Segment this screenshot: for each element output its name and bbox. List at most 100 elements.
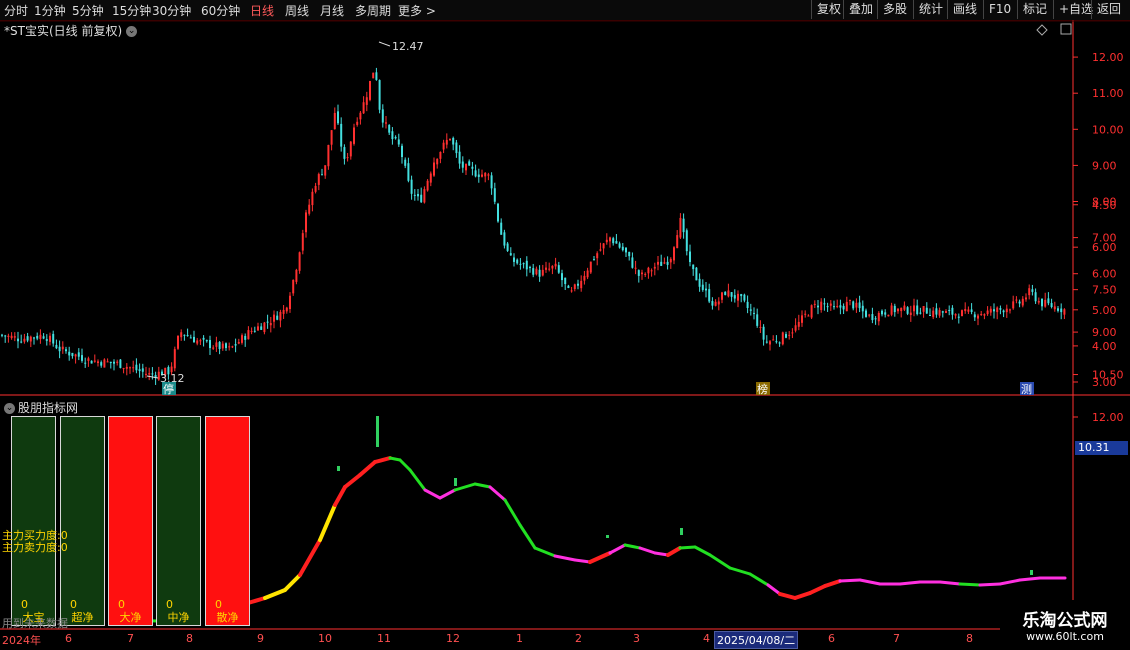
candle-body	[826, 306, 829, 308]
candle-body	[183, 334, 186, 336]
candle-body	[849, 299, 851, 301]
indicator-segment	[358, 460, 377, 477]
candle-body	[481, 174, 483, 177]
candle-body	[433, 162, 435, 176]
candle-body	[506, 243, 509, 251]
indicator-segment	[778, 592, 797, 600]
candle-body	[20, 341, 23, 343]
candle-body	[212, 347, 215, 349]
candle-body	[1015, 299, 1018, 301]
indicator-box-label: 大净	[119, 611, 142, 624]
candle-body	[1053, 306, 1056, 310]
candle-body	[26, 336, 29, 341]
candle-body	[644, 273, 647, 275]
candle-body	[541, 269, 544, 276]
candle-body	[817, 305, 819, 308]
candle-body	[897, 308, 899, 312]
candle-body	[913, 305, 915, 312]
candle-body	[381, 109, 384, 123]
candle-body	[36, 335, 39, 339]
candle-body	[189, 337, 192, 339]
candle-body	[116, 361, 119, 363]
indicator-segment	[838, 578, 862, 583]
candle-body	[113, 361, 115, 364]
candle-body	[17, 338, 19, 342]
candle-body	[61, 346, 64, 350]
y-tick-label: 5.00	[1092, 304, 1117, 317]
candle-body	[804, 313, 807, 315]
candle-body	[797, 321, 800, 327]
chevron-down-icon[interactable]: ⌄	[4, 403, 15, 414]
candle-body	[388, 124, 391, 133]
candle-body	[545, 267, 547, 270]
date-cursor-label: 2025/04/08/二	[714, 631, 799, 649]
candle-body	[900, 307, 903, 312]
candle-body	[714, 301, 717, 306]
candle-body	[551, 265, 554, 269]
candle-body	[289, 295, 291, 310]
indicator-segment	[793, 591, 812, 600]
candle-body	[916, 305, 919, 315]
candle-body	[593, 259, 595, 261]
candle-body	[503, 232, 506, 246]
indicator-segment	[766, 583, 782, 596]
date-label: 4	[703, 632, 710, 645]
candle-body	[628, 251, 631, 257]
candle-body	[29, 336, 32, 342]
candle-body	[605, 239, 608, 243]
candle-body	[989, 308, 992, 313]
indicator-box: 0 大宝	[11, 416, 56, 626]
candle-body	[852, 301, 855, 309]
y-tick-label: 11.00	[1092, 87, 1124, 100]
candle-body	[625, 247, 627, 253]
candle-body	[1034, 292, 1037, 302]
candle-body	[618, 243, 621, 248]
candle-body	[205, 340, 208, 342]
indicator-title[interactable]: ⌄ 股朋指标网	[4, 399, 78, 416]
indicator-box: 0 中净	[156, 416, 201, 626]
candle-body	[689, 251, 691, 263]
indicator-segment	[388, 456, 402, 462]
candle-body	[1021, 298, 1024, 306]
candle-body	[1028, 288, 1031, 296]
signal-tick	[454, 478, 457, 486]
date-label: 7	[127, 632, 134, 645]
candle-body	[497, 203, 499, 222]
candle-body	[218, 341, 221, 350]
candle-body	[609, 237, 611, 242]
candle-body	[785, 334, 787, 338]
candle-body	[961, 310, 963, 317]
candle-body	[77, 352, 80, 357]
candle-body	[567, 285, 570, 288]
candle-body	[71, 352, 74, 357]
candle-body	[324, 165, 327, 176]
indicator-segment	[898, 580, 922, 586]
candle-body	[810, 305, 813, 318]
candle-body	[215, 342, 218, 347]
candle-body	[33, 337, 35, 339]
candle-body	[410, 179, 413, 194]
y-tick-label: 10.50	[1092, 369, 1124, 382]
candle-body	[490, 175, 493, 189]
candle-body	[663, 262, 666, 264]
date-label: 2	[575, 632, 582, 645]
date-label: 1	[516, 632, 523, 645]
candle-body	[250, 330, 253, 332]
candle-body	[829, 303, 832, 306]
candle-body	[228, 346, 231, 348]
candle-body	[993, 309, 995, 312]
candle-body	[836, 306, 839, 308]
candle-body	[657, 261, 659, 265]
candle-body	[865, 310, 867, 317]
candle-body	[938, 310, 941, 316]
candle-body	[951, 307, 954, 315]
candle-body	[455, 142, 458, 154]
date-label: 7	[893, 632, 900, 645]
candle-body	[634, 267, 637, 269]
candle-body	[129, 367, 131, 369]
signal-tick	[680, 528, 683, 535]
signal-tick	[376, 416, 379, 447]
candle-body	[7, 335, 10, 338]
event-badge-label: 榜	[757, 382, 768, 396]
candle-body	[461, 161, 464, 168]
